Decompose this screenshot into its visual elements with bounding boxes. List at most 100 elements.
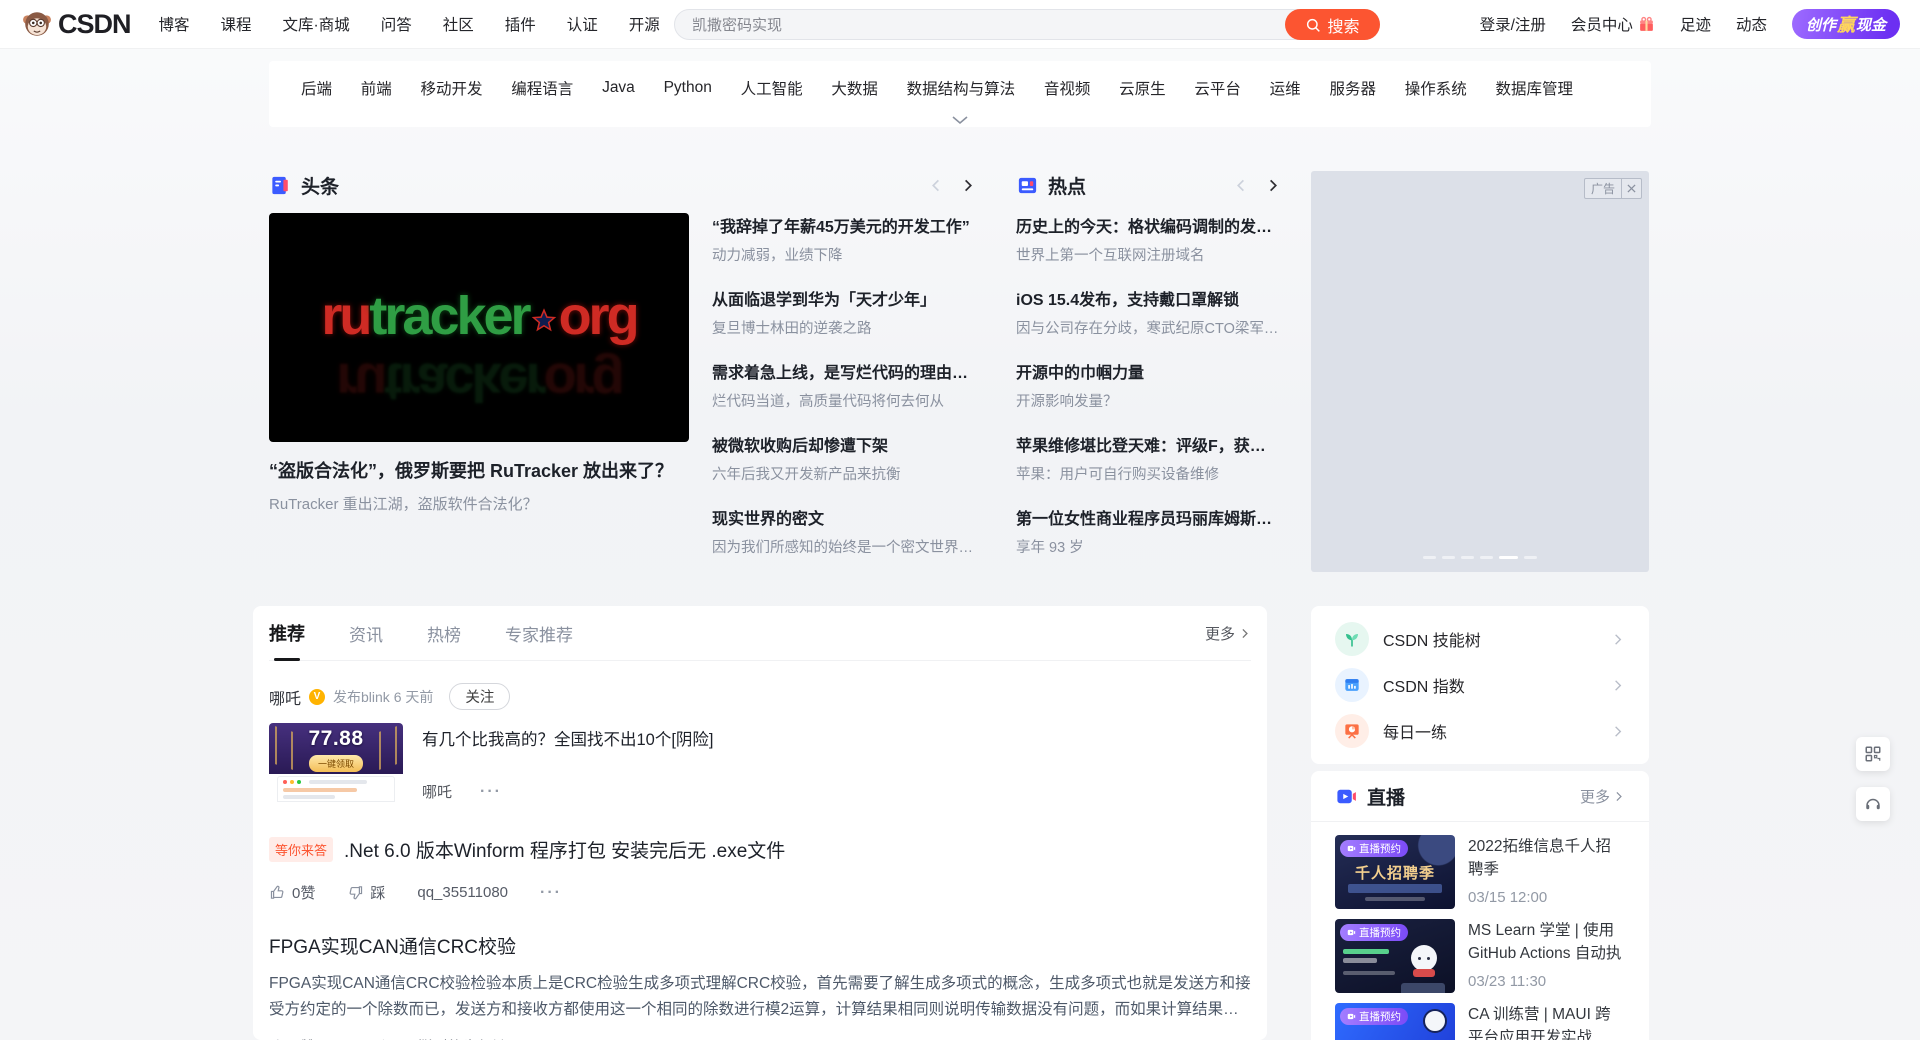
ad-dot[interactable] [1442, 556, 1455, 559]
live-item-title[interactable]: CA 训练营 | MAUI 跨平台应用开发实战 [1468, 1003, 1625, 1040]
floating-support-button[interactable] [1856, 787, 1890, 821]
floating-qrcode-button[interactable] [1856, 737, 1890, 771]
blink-footer-author[interactable]: 哪吒 [422, 781, 452, 802]
category-audio-video[interactable]: 音视频 [1044, 77, 1091, 99]
hotspots-next-icon[interactable] [1265, 178, 1280, 193]
ad-dot[interactable] [1423, 556, 1436, 559]
moments-link[interactable]: 动态 [1736, 13, 1767, 35]
headlines-prev-icon[interactable] [929, 178, 944, 193]
hotspot-item[interactable]: 开源中的巾帼力量 开源影响发量？ [1016, 359, 1284, 432]
headline-main-image[interactable]: rutrackerorg rutrackerorg [269, 213, 689, 442]
sidebar-item-daily-practice[interactable]: 每日一练 [1311, 708, 1649, 754]
category-cloudnative[interactable]: 云原生 [1119, 77, 1166, 99]
nav-courses[interactable]: 课程 [221, 13, 252, 35]
blink-text[interactable]: 有几个比我高的？全国找不出10个[阴险] [422, 726, 1251, 750]
headline-item-title[interactable]: 需求着急上线，是写烂代码的理由… [712, 359, 980, 383]
live-more-link[interactable]: 更多 [1580, 786, 1625, 807]
search-button[interactable]: 搜索 [1285, 9, 1380, 40]
hotspot-item[interactable]: 历史上的今天：格状编码调制的发… 世界上第一个互联网注册域名 [1016, 213, 1284, 286]
hotspot-item-title[interactable]: iOS 15.4发布，支持戴口罩解锁 [1016, 286, 1284, 310]
question-title[interactable]: .Net 6.0 版本Winform 程序打包 安装完后无 .exe文件 [344, 836, 785, 863]
category-ai[interactable]: 人工智能 [741, 77, 803, 99]
category-datastructures[interactable]: 数据结构与算法 [907, 77, 1016, 99]
category-os[interactable]: 操作系统 [1405, 77, 1467, 99]
ad-close-icon[interactable] [1622, 183, 1641, 194]
category-java[interactable]: Java [602, 79, 635, 97]
tab-expert[interactable]: 专家推荐 [505, 606, 573, 661]
headline-item-title[interactable]: 现实世界的密文 [712, 505, 980, 529]
category-expand-chevron-down-icon[interactable] [951, 115, 969, 125]
creation-earn-cash-badge[interactable]: 创作赢现金 [1792, 9, 1900, 39]
sidebar-item-skill-tree[interactable]: CSDN 技能树 [1311, 616, 1649, 662]
hotspot-item-title[interactable]: 第一位女性商业程序员玛丽库姆斯… [1016, 505, 1284, 529]
category-ops[interactable]: 运维 [1270, 77, 1301, 99]
footprints-link[interactable]: 足迹 [1680, 13, 1711, 35]
article-title[interactable]: FPGA实现CAN通信CRC校验 [269, 932, 1251, 959]
ad-dot[interactable] [1461, 556, 1474, 559]
article-excerpt[interactable]: FPGA实现CAN通信CRC校验检验本质上是CRC检验生成多项式理解CRC校验，… [269, 971, 1251, 1022]
ad-dot-active[interactable] [1499, 556, 1518, 559]
ad-banner[interactable]: 广告 [1311, 171, 1649, 572]
headline-item[interactable]: “我辞掉了年薪45万美元的开发工作” 动力减弱，业绩下降 [712, 213, 980, 286]
nav-qa[interactable]: 问答 [381, 13, 412, 35]
nav-plugins[interactable]: 插件 [505, 13, 536, 35]
category-languages[interactable]: 编程语言 [511, 77, 573, 99]
tab-news[interactable]: 资讯 [349, 606, 383, 661]
category-python[interactable]: Python [664, 79, 712, 97]
more-actions-icon[interactable]: ··· [480, 783, 502, 801]
dislike-action[interactable]: 踩 [347, 882, 385, 903]
dislike-action[interactable]: 踩 [347, 1036, 385, 1040]
tab-recommended[interactable]: 推荐 [269, 606, 305, 661]
ad-dot[interactable] [1524, 556, 1537, 559]
live-item-title[interactable]: MS Learn 学堂 | 使用 GitHub Actions 自动执行… [1468, 919, 1625, 966]
blink-thumbnail[interactable]: 77.88 一键领取 [269, 723, 403, 805]
live-item[interactable]: 直播预约 CA训练营 CA 训练营 | MAUI 跨平台应用开发实战 [1335, 1003, 1625, 1040]
category-bigdata[interactable]: 大数据 [831, 77, 878, 99]
hotspot-item-title[interactable]: 历史上的今天：格状编码调制的发… [1016, 213, 1284, 237]
category-server[interactable]: 服务器 [1329, 77, 1376, 99]
headline-item-title[interactable]: 被微软收购后却惨遭下架 [712, 432, 980, 456]
live-item-title[interactable]: 2022拓维信息千人招聘季 [1468, 835, 1625, 882]
category-cloudplatform[interactable]: 云平台 [1194, 77, 1241, 99]
category-database[interactable]: 数据库管理 [1495, 77, 1573, 99]
nav-library-mall[interactable]: 文库·商城 [283, 13, 350, 35]
like-action[interactable]: 0赞 [269, 1036, 315, 1040]
follow-button[interactable]: 关注 [449, 683, 510, 710]
headline-item-title[interactable]: 从面临退学到华为「天才少年」 [712, 286, 980, 310]
hotspots-prev-icon[interactable] [1234, 178, 1249, 193]
live-thumbnail[interactable]: 直播预约 CA训练营 [1335, 1003, 1455, 1040]
article-author[interactable]: 撕裂的牛仔裤 [417, 1036, 507, 1040]
headline-item[interactable]: 被微软收购后却惨遭下架 六年后我又开发新产品来抗衡 [712, 432, 980, 505]
headline-main-caption[interactable]: “盗版合法化”，俄罗斯要把 RuTracker 放出来了？ [269, 457, 689, 483]
headline-item[interactable]: 现实世界的密文 因为我们所感知的始终是一个密文世界… [712, 505, 980, 578]
headline-item[interactable]: 从面临退学到华为「天才少年」 复旦博士林田的逆袭之路 [712, 286, 980, 359]
nav-certification[interactable]: 认证 [567, 13, 598, 35]
headline-item-title[interactable]: “我辞掉了年薪45万美元的开发工作” [712, 213, 980, 237]
nav-community[interactable]: 社区 [443, 13, 474, 35]
question-author[interactable]: qq_35511080 [417, 884, 508, 901]
feed-more-link[interactable]: 更多 [1205, 623, 1251, 644]
headline-item[interactable]: 需求着急上线，是写烂代码的理由… 烂代码当道，高质量代码将何去何从 [712, 359, 980, 432]
category-mobile[interactable]: 移动开发 [421, 77, 483, 99]
hotspot-item-title[interactable]: 苹果维修堪比登天难：评级F，获… [1016, 432, 1284, 456]
hotspot-item[interactable]: iOS 15.4发布，支持戴口罩解锁 因与公司存在分歧，寒武纪原CTO梁军… [1016, 286, 1284, 359]
headlines-next-icon[interactable] [960, 178, 975, 193]
hotspot-item[interactable]: 苹果维修堪比登天难：评级F，获… 苹果：用户可自行购买设备维修 [1016, 432, 1284, 505]
login-register-link[interactable]: 登录/注册 [1480, 13, 1546, 35]
csdn-logo[interactable]: CSDN [22, 9, 131, 40]
category-backend[interactable]: 后端 [301, 77, 332, 99]
hotspot-item-title[interactable]: 开源中的巾帼力量 [1016, 359, 1284, 383]
live-item[interactable]: 直播预约 MS Learn 学堂 | 使用 GitHub Actions 自动执… [1335, 919, 1625, 993]
ad-dot[interactable] [1480, 556, 1493, 559]
nav-blog[interactable]: 博客 [159, 13, 190, 35]
sidebar-item-csdn-index[interactable]: CSDN 指数 [1311, 662, 1649, 708]
hotspot-item[interactable]: 第一位女性商业程序员玛丽库姆斯… 享年 93 岁 [1016, 505, 1284, 578]
nav-opensource[interactable]: 开源 [629, 13, 660, 35]
member-center-link[interactable]: 会员中心 [1571, 13, 1655, 35]
tab-hotlist[interactable]: 热榜 [427, 606, 461, 661]
blink-author[interactable]: 哪吒 [269, 685, 301, 709]
category-frontend[interactable]: 前端 [361, 77, 392, 99]
search-input[interactable] [675, 10, 1285, 39]
like-action[interactable]: 0赞 [269, 882, 315, 903]
live-thumbnail[interactable]: 直播预约 千人招聘季 [1335, 835, 1455, 909]
